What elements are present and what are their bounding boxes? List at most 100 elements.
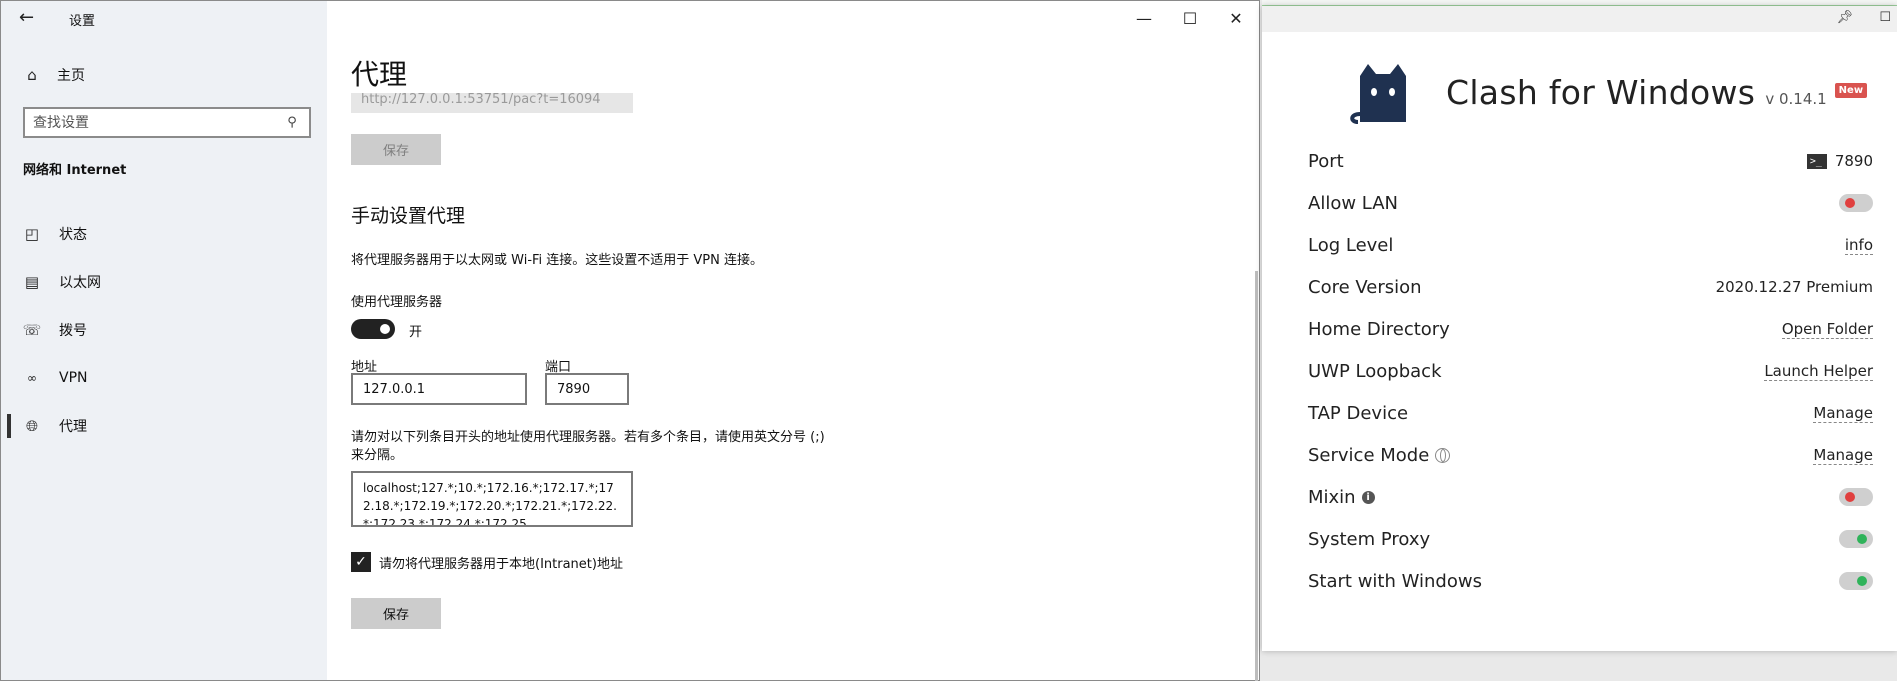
app-title: 设置 [69, 14, 96, 29]
mixin-label: Mixin i [1308, 487, 1375, 508]
search-input[interactable] [33, 114, 283, 131]
search-icon[interactable]: ⚲ [283, 114, 301, 132]
sidebar-item-vpn[interactable]: ∞ VPN [23, 366, 88, 390]
service-mode-label: Service Mode [1308, 444, 1451, 466]
sidebar-item-label: 状态 [59, 227, 87, 243]
log-level-value[interactable]: info [1844, 236, 1873, 255]
port-number[interactable]: 7890 [1835, 152, 1873, 170]
script-address-field[interactable]: http://127.0.0.1:53751/pac?t=16094 [351, 93, 633, 113]
system-proxy-toggle[interactable] [1839, 530, 1873, 548]
manual-proxy-title: 手动设置代理 [351, 205, 466, 227]
sidebar-item-label: 代理 [59, 419, 87, 435]
globe-icon: 🌐︎ [25, 417, 38, 435]
settings-window: ← 设置 ⌂ 主页 ⚲ 网络和 Internet ◰ 状态 ▤ 以太网 ☏ 拨号… [0, 0, 1260, 681]
exceptions-textarea[interactable]: localhost;127.*;10.*;172.16.*;172.17.*;1… [351, 471, 633, 527]
row-port: Port >_ 7890 [1308, 146, 1873, 176]
row-home-directory: Home Directory Open Folder [1308, 314, 1873, 344]
allow-lan-label: Allow LAN [1308, 192, 1398, 214]
scrollbar[interactable] [1255, 271, 1258, 681]
settings-content: — ☐ ✕ 代理 http://127.0.0.1:53751/pac?t=16… [327, 1, 1259, 681]
bypass-local-row[interactable]: ✓ 请勿将代理服务器用于本地(Intranet)地址 [351, 552, 623, 572]
row-tap-device: TAP Device Manage [1308, 398, 1873, 428]
toggle-knob [1857, 534, 1867, 544]
maximize-icon[interactable]: ☐ [1167, 1, 1213, 35]
save-script-button[interactable]: 保存 [351, 134, 441, 165]
sidebar-item-label: 拨号 [59, 323, 87, 339]
open-folder-link[interactable]: Open Folder [1781, 320, 1873, 339]
nav-home-label: 主页 [57, 68, 85, 84]
core-version-value: 2020.12.27 Premium [1715, 278, 1873, 296]
back-arrow-icon[interactable]: ← [19, 7, 43, 29]
ethernet-icon: ▤ [24, 273, 40, 291]
uwp-loopback-label: UWP Loopback [1308, 360, 1442, 382]
allow-lan-toggle[interactable] [1839, 194, 1873, 212]
manual-proxy-description: 将代理服务器用于以太网或 Wi-Fi 连接。这些设置不适用于 VPN 连接。 [351, 253, 764, 268]
dialup-icon: ☏ [22, 321, 42, 339]
home-icon: ⌂ [27, 66, 37, 84]
clash-window: 📌︎ ☐ Clash for Windows v 0.14.1 New Port… [1262, 6, 1897, 651]
save-button[interactable]: 保存 [351, 598, 441, 629]
maximize-icon[interactable]: ☐ [1879, 10, 1891, 25]
tap-manage-link[interactable]: Manage [1813, 404, 1873, 423]
page-title: 代理 [351, 58, 408, 91]
sidebar-item-status[interactable]: ◰ 状态 [23, 222, 87, 246]
address-field[interactable]: 127.0.0.1 [351, 373, 527, 405]
toggle-knob [1845, 198, 1855, 208]
status-icon: ◰ [24, 225, 40, 243]
core-version-label: Core Version [1308, 276, 1422, 298]
clash-version: v 0.14.1 [1765, 90, 1827, 108]
row-start-with-windows: Start with Windows [1308, 566, 1873, 596]
row-mixin: Mixin i [1308, 482, 1873, 512]
clash-cat-logo-icon [1350, 64, 1406, 124]
toggle-state-label: 开 [409, 325, 423, 340]
toggle-knob [1857, 576, 1867, 586]
start-with-windows-toggle[interactable] [1839, 572, 1873, 590]
clash-title: Clash for Windows [1446, 72, 1756, 112]
nav-home[interactable]: ⌂ 主页 [23, 64, 85, 86]
globe-icon [1435, 447, 1451, 463]
home-directory-label: Home Directory [1308, 318, 1450, 340]
info-icon[interactable]: i [1361, 490, 1375, 504]
row-system-proxy: System Proxy [1308, 524, 1873, 554]
row-uwp-loopback: UWP Loopback Launch Helper [1308, 356, 1873, 386]
vpn-icon: ∞ [27, 371, 37, 385]
pin-icon[interactable]: 📌︎ [1836, 10, 1853, 25]
sidebar-item-ethernet[interactable]: ▤ 以太网 [23, 270, 101, 294]
bypass-local-label: 请勿将代理服务器用于本地(Intranet)地址 [379, 556, 623, 572]
sidebar-item-label: 以太网 [59, 275, 101, 291]
clash-titlebar: 📌︎ ☐ [1262, 6, 1897, 32]
sidebar-item-proxy[interactable]: 🌐︎ 代理 [7, 414, 87, 438]
new-badge[interactable]: New [1834, 82, 1868, 98]
mixin-text: Mixin [1308, 486, 1356, 508]
row-log-level: Log Level info [1308, 230, 1873, 260]
port-value[interactable]: >_ 7890 [1806, 152, 1873, 170]
row-allow-lan: Allow LAN [1308, 188, 1873, 218]
sidebar-item-dialup[interactable]: ☏ 拨号 [23, 318, 87, 342]
start-with-windows-label: Start with Windows [1308, 570, 1482, 592]
service-mode-text: Service Mode [1308, 444, 1430, 466]
launch-helper-link[interactable]: Launch Helper [1764, 362, 1873, 381]
system-proxy-label: System Proxy [1308, 528, 1431, 550]
window-controls: — ☐ ✕ [1121, 1, 1259, 35]
toggle-knob [1845, 492, 1855, 502]
minimize-icon[interactable]: — [1121, 1, 1167, 35]
checkbox-checked-icon[interactable]: ✓ [351, 552, 371, 572]
row-core-version: Core Version 2020.12.27 Premium [1308, 272, 1873, 302]
clash-header: Clash for Windows v 0.14.1 New [1348, 58, 1868, 126]
port-field[interactable]: 7890 [545, 373, 629, 405]
settings-search[interactable]: ⚲ [23, 107, 311, 138]
log-level-label: Log Level [1308, 234, 1394, 256]
sidebar-item-label: VPN [59, 370, 88, 386]
port-label: Port [1308, 150, 1344, 172]
close-icon[interactable]: ✕ [1213, 1, 1259, 35]
row-service-mode: Service Mode Manage [1308, 440, 1873, 470]
settings-sidebar: ← 设置 ⌂ 主页 ⚲ 网络和 Internet ◰ 状态 ▤ 以太网 ☏ 拨号… [1, 1, 327, 680]
group-title: 网络和 Internet [23, 163, 127, 178]
exceptions-note: 请勿对以下列条目开头的地址使用代理服务器。若有多个条目，请使用英文分号 (;) … [351, 430, 825, 463]
use-proxy-label: 使用代理服务器 [351, 295, 443, 310]
service-manage-link[interactable]: Manage [1813, 446, 1873, 465]
tap-device-label: TAP Device [1308, 402, 1409, 424]
mixin-toggle[interactable] [1839, 488, 1873, 506]
terminal-icon[interactable]: >_ [1806, 153, 1827, 169]
use-proxy-toggle[interactable] [351, 319, 395, 339]
